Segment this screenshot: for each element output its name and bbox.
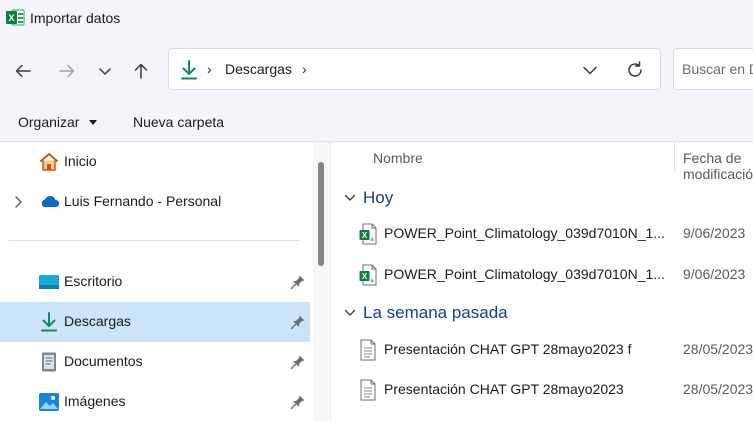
search-box[interactable]	[673, 48, 753, 90]
file-date: 9/06/2023	[683, 225, 746, 241]
chevron-down-icon[interactable]	[581, 61, 599, 79]
file-row[interactable]: Presentación CHAT GPT 28mayo2023 28/05/2…	[332, 370, 753, 410]
group-label: La semana pasada	[363, 303, 508, 322]
up-button[interactable]	[125, 55, 157, 87]
chevron-down-icon[interactable]	[344, 193, 356, 203]
chevron-right-icon[interactable]: ›	[302, 61, 307, 77]
breadcrumb-descargas[interactable]: Descargas	[225, 61, 292, 77]
arrow-right-icon	[59, 64, 75, 78]
file-date: 9/06/2023	[683, 266, 746, 282]
group-header-last-week[interactable]: La semana pasada	[332, 298, 753, 328]
download-icon	[181, 60, 197, 80]
address-bar[interactable]: › Descargas ›	[168, 48, 661, 90]
scrollbar-thumb[interactable]	[318, 162, 324, 266]
navigation-bar: › Descargas ›	[0, 37, 753, 102]
pin-icon[interactable]	[290, 394, 306, 410]
text-file-icon	[360, 379, 376, 401]
excel-file-icon: X a	[359, 264, 377, 286]
sidebar-item-label: Imágenes	[64, 393, 126, 409]
download-icon	[41, 312, 57, 332]
file-list: Nombre Fecha de modificación Hoy X a POW…	[332, 142, 753, 421]
sidebar-item-documents[interactable]: Documentos	[0, 342, 310, 382]
file-row[interactable]: X a POWER_Point_Climatology_039d7010N_1.…	[332, 255, 753, 295]
file-date: 28/05/2023	[683, 341, 753, 357]
organize-menu-button[interactable]: Organizar	[18, 114, 79, 130]
file-name: Presentación CHAT GPT 28mayo2023	[384, 381, 624, 397]
new-folder-button[interactable]: Nueva carpeta	[133, 114, 224, 130]
excel-app-icon: X	[6, 9, 25, 26]
sidebar-item-label: Luis Fernando - Personal	[64, 193, 222, 209]
svg-text:X: X	[8, 13, 14, 23]
pin-icon[interactable]	[290, 314, 306, 330]
file-name: Presentación CHAT GPT 28mayo2023 f	[384, 341, 632, 357]
chevron-down-icon[interactable]	[344, 308, 356, 318]
divider	[9, 240, 300, 241]
recent-locations-button[interactable]	[89, 55, 121, 87]
svg-text:X: X	[362, 231, 368, 240]
file-row[interactable]: Presentación CHAT GPT 28mayo2023 f 28/05…	[332, 330, 753, 370]
file-row[interactable]: X a POWER_Point_Climatology_039d7010N_1.…	[332, 214, 753, 254]
sidebar-item-label: Documentos	[64, 353, 143, 369]
column-header-date[interactable]: Fecha de modificación	[683, 150, 753, 182]
navigation-pane: Inicio Luis Fernando - Personal Escritor…	[0, 142, 313, 421]
sidebar-item-downloads[interactable]: Descargas	[0, 302, 310, 342]
sidebar-item-label: Escritorio	[64, 273, 123, 289]
pin-icon[interactable]	[290, 274, 306, 290]
desktop-icon	[39, 275, 59, 289]
group-label: Hoy	[363, 188, 394, 207]
document-icon	[42, 352, 56, 372]
svg-text:X: X	[362, 272, 368, 281]
sidebar-item-label: Descargas	[64, 313, 131, 329]
sidebar-item-desktop[interactable]: Escritorio	[0, 262, 310, 302]
title-bar: X Importar datos	[0, 0, 753, 37]
text-file-icon	[360, 339, 376, 361]
sidebar-item-label: Inicio	[64, 153, 97, 169]
arrow-up-icon	[134, 63, 148, 79]
forward-button[interactable]	[51, 55, 83, 87]
arrow-left-icon	[15, 64, 31, 78]
chevron-right-icon[interactable]: ›	[207, 61, 212, 77]
refresh-icon[interactable]	[625, 60, 645, 80]
sidebar-scrollbar[interactable]	[313, 142, 331, 421]
sidebar-item-onedrive[interactable]: Luis Fernando - Personal	[0, 182, 310, 222]
pin-icon[interactable]	[290, 354, 306, 370]
chevron-down-icon	[99, 68, 111, 75]
onedrive-cloud-icon	[41, 195, 60, 207]
column-divider[interactable]	[674, 142, 675, 172]
file-date: 28/05/2023	[683, 381, 753, 397]
file-name: POWER_Point_Climatology_039d7010N_1...	[384, 266, 665, 282]
window-title: Importar datos	[30, 10, 121, 26]
home-icon	[40, 153, 58, 171]
caret-down-icon[interactable]	[89, 120, 97, 125]
pictures-icon	[39, 393, 59, 411]
file-name: POWER_Point_Climatology_039d7010N_1...	[384, 225, 665, 241]
chevron-right-icon[interactable]	[12, 194, 24, 210]
sidebar-item-home[interactable]: Inicio	[0, 142, 310, 182]
search-input[interactable]	[682, 61, 753, 77]
excel-file-icon: X a	[359, 223, 377, 245]
group-header-today[interactable]: Hoy	[332, 183, 753, 213]
back-button[interactable]	[7, 55, 39, 87]
sidebar-item-pictures[interactable]: Imágenes	[0, 382, 310, 421]
command-bar: Organizar Nueva carpeta	[0, 102, 753, 142]
column-header-name[interactable]: Nombre	[373, 150, 423, 166]
